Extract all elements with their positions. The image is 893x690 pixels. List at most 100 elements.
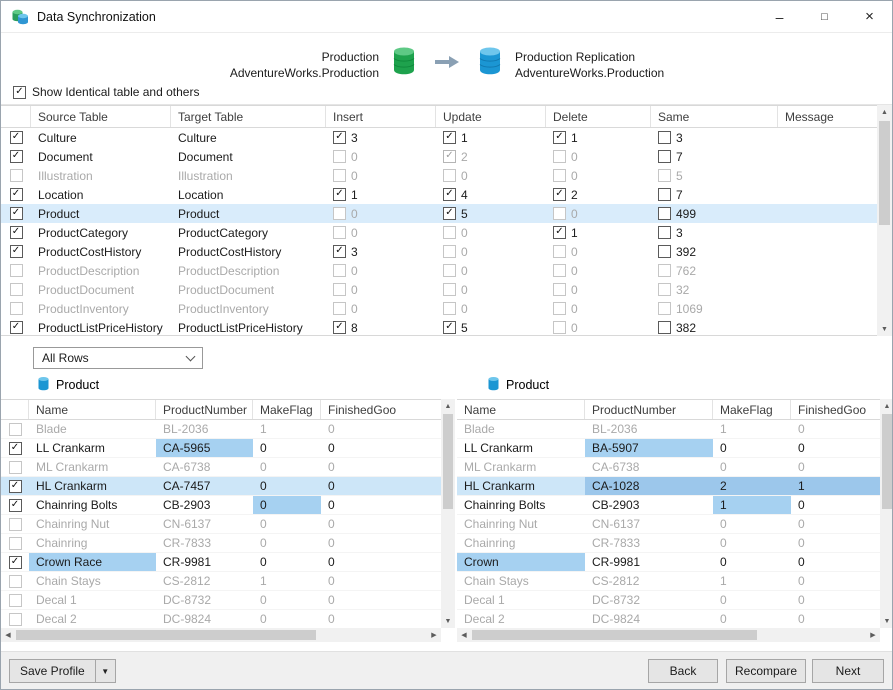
- same-checkbox[interactable]: [658, 283, 671, 296]
- scrollbar-thumb[interactable]: [443, 414, 453, 509]
- update-checkbox[interactable]: [443, 188, 456, 201]
- row-checkbox[interactable]: [10, 226, 23, 239]
- save-profile-label[interactable]: Save Profile: [10, 660, 95, 682]
- data-row[interactable]: Decal 1DC-873200: [457, 591, 880, 610]
- tables-grid-vscrollbar[interactable]: ▲ ▼: [877, 105, 892, 336]
- same-checkbox[interactable]: [658, 188, 671, 201]
- scrollbar-thumb[interactable]: [879, 121, 890, 225]
- scroll-down-button[interactable]: ▼: [441, 614, 455, 628]
- update-checkbox[interactable]: [443, 169, 456, 182]
- scroll-up-button[interactable]: ▲: [877, 105, 892, 119]
- column-header-source-table[interactable]: Source Table: [31, 106, 171, 127]
- scroll-right-button[interactable]: ▶: [866, 628, 880, 642]
- data-row[interactable]: Decal 2DC-982400: [457, 610, 880, 629]
- data-row[interactable]: HL CrankarmCA-102821: [457, 477, 880, 496]
- source-grid-hscrollbar[interactable]: ◀ ▶: [1, 628, 441, 642]
- maximize-button[interactable]: □: [802, 1, 847, 32]
- scrollbar-thumb[interactable]: [472, 630, 757, 640]
- recompare-button[interactable]: Recompare: [726, 659, 806, 683]
- save-profile-button[interactable]: Save Profile ▼: [9, 659, 116, 683]
- column-header-product-number[interactable]: ProductNumber: [156, 400, 253, 419]
- row-checkbox[interactable]: [10, 283, 23, 296]
- data-row[interactable]: ML CrankarmCA-673800: [457, 458, 880, 477]
- scroll-down-button[interactable]: ▼: [880, 614, 893, 628]
- same-checkbox[interactable]: [658, 245, 671, 258]
- scroll-down-button[interactable]: ▼: [877, 322, 892, 336]
- insert-checkbox[interactable]: [333, 302, 346, 315]
- column-header-delete[interactable]: Delete: [546, 106, 651, 127]
- insert-checkbox[interactable]: [333, 283, 346, 296]
- row-checkbox[interactable]: [9, 442, 22, 455]
- update-checkbox[interactable]: [443, 207, 456, 220]
- insert-checkbox[interactable]: [333, 188, 346, 201]
- row-checkbox[interactable]: [10, 150, 23, 163]
- select-column-header[interactable]: [1, 400, 29, 419]
- column-header-insert[interactable]: Insert: [326, 106, 436, 127]
- update-checkbox[interactable]: [443, 150, 456, 163]
- data-row[interactable]: Chainring NutCN-613700: [1, 515, 441, 534]
- row-checkbox[interactable]: [9, 556, 22, 569]
- row-checkbox[interactable]: [10, 321, 23, 334]
- data-row[interactable]: HL CrankarmCA-745700: [1, 477, 441, 496]
- table-row[interactable]: ProductDocumentProductDocument00032: [1, 280, 878, 299]
- row-checkbox[interactable]: [10, 207, 23, 220]
- row-checkbox[interactable]: [9, 613, 22, 626]
- data-row[interactable]: Crown RaceCR-998100: [1, 553, 441, 572]
- delete-checkbox[interactable]: [553, 188, 566, 201]
- column-header-make-flag[interactable]: MakeFlag: [713, 400, 791, 419]
- delete-checkbox[interactable]: [553, 207, 566, 220]
- table-row[interactable]: ProductDescriptionProductDescription0007…: [1, 261, 878, 280]
- column-header-product-number[interactable]: ProductNumber: [585, 400, 713, 419]
- data-row[interactable]: ML CrankarmCA-673800: [1, 458, 441, 477]
- insert-checkbox[interactable]: [333, 264, 346, 277]
- row-checkbox[interactable]: [9, 480, 22, 493]
- same-checkbox[interactable]: [658, 207, 671, 220]
- close-button[interactable]: ×: [847, 1, 892, 32]
- update-checkbox[interactable]: [443, 321, 456, 334]
- row-checkbox[interactable]: [10, 169, 23, 182]
- update-checkbox[interactable]: [443, 264, 456, 277]
- row-checkbox[interactable]: [10, 245, 23, 258]
- back-button[interactable]: Back: [648, 659, 718, 683]
- row-checkbox[interactable]: [9, 461, 22, 474]
- table-row[interactable]: IllustrationIllustration0005: [1, 166, 878, 185]
- data-row[interactable]: ChainringCR-783300: [457, 534, 880, 553]
- data-row[interactable]: CrownCR-998100: [457, 553, 880, 572]
- same-checkbox[interactable]: [658, 302, 671, 315]
- row-checkbox[interactable]: [9, 537, 22, 550]
- update-checkbox[interactable]: [443, 283, 456, 296]
- column-header-finished-goods[interactable]: FinishedGoo: [791, 400, 880, 419]
- delete-checkbox[interactable]: [553, 302, 566, 315]
- rows-filter-select[interactable]: All Rows: [33, 347, 203, 369]
- row-checkbox[interactable]: [10, 188, 23, 201]
- update-checkbox[interactable]: [443, 131, 456, 144]
- table-row[interactable]: LocationLocation1427: [1, 185, 878, 204]
- insert-checkbox[interactable]: [333, 226, 346, 239]
- table-row[interactable]: ProductCategoryProductCategory0013: [1, 223, 878, 242]
- source-grid-vscrollbar[interactable]: ▲ ▼: [441, 399, 455, 628]
- scroll-up-button[interactable]: ▲: [880, 399, 893, 413]
- next-button[interactable]: Next: [812, 659, 884, 683]
- delete-checkbox[interactable]: [553, 169, 566, 182]
- row-checkbox[interactable]: [9, 594, 22, 607]
- scroll-left-button[interactable]: ◀: [1, 628, 15, 642]
- row-checkbox[interactable]: [9, 575, 22, 588]
- data-row[interactable]: Decal 1DC-873200: [1, 591, 441, 610]
- data-row[interactable]: BladeBL-203610: [457, 420, 880, 439]
- data-row[interactable]: Chainring BoltsCB-290310: [457, 496, 880, 515]
- scroll-left-button[interactable]: ◀: [457, 628, 471, 642]
- update-checkbox[interactable]: [443, 302, 456, 315]
- delete-checkbox[interactable]: [553, 245, 566, 258]
- column-header-name[interactable]: Name: [457, 400, 585, 419]
- column-header-name[interactable]: Name: [29, 400, 156, 419]
- target-grid-vscrollbar[interactable]: ▲ ▼: [880, 399, 893, 628]
- insert-checkbox[interactable]: [333, 321, 346, 334]
- table-row[interactable]: ProductCostHistoryProductCostHistory3003…: [1, 242, 878, 261]
- column-header-message[interactable]: Message: [778, 106, 878, 127]
- scroll-right-button[interactable]: ▶: [427, 628, 441, 642]
- insert-checkbox[interactable]: [333, 169, 346, 182]
- same-checkbox[interactable]: [658, 131, 671, 144]
- delete-checkbox[interactable]: [553, 150, 566, 163]
- data-row[interactable]: ChainringCR-783300: [1, 534, 441, 553]
- data-row[interactable]: BladeBL-203610: [1, 420, 441, 439]
